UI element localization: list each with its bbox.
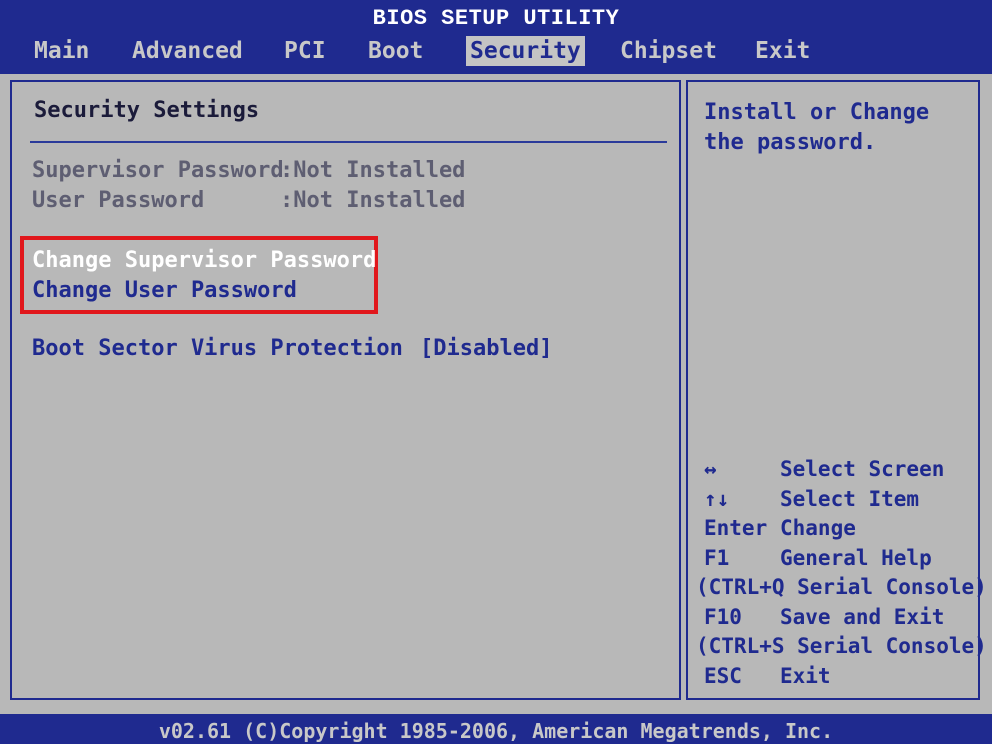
left-right-arrow-icon: ↔: [704, 457, 717, 481]
key-desc: (CTRL+S Serial Console): [696, 634, 987, 658]
key-desc: Select Item: [780, 486, 920, 511]
section-divider: [30, 141, 667, 143]
boot-sector-virus-protection-item[interactable]: Boot Sector Virus Protection: [32, 336, 403, 361]
user-password-label: User Password: [32, 188, 205, 213]
key-row: Enter Change: [704, 514, 984, 544]
key-name: F10: [704, 604, 742, 629]
up-down-arrow-icon: ↑↓: [704, 486, 730, 511]
tab-chipset[interactable]: Chipset: [616, 36, 721, 66]
key-row: (CTRL+Q Serial Console): [696, 573, 987, 603]
tab-boot[interactable]: Boot: [364, 36, 427, 66]
change-user-password-item[interactable]: Change User Password: [32, 278, 297, 303]
copyright-footer: v02.61 (C)Copyright 1985-2006, American …: [0, 718, 992, 744]
supervisor-password-status: :Not Installed: [280, 158, 466, 183]
key-name: F1: [704, 545, 730, 570]
key-row: ↑↓ Select Item: [704, 485, 984, 515]
tab-pci[interactable]: PCI: [280, 36, 330, 66]
key-name: ESC: [704, 663, 742, 688]
key-desc: (CTRL+Q Serial Console): [696, 575, 987, 599]
tab-advanced[interactable]: Advanced: [128, 36, 247, 66]
app-title: BIOS SETUP UTILITY: [372, 6, 620, 31]
key-desc: Save and Exit: [780, 604, 945, 629]
boot-sector-virus-protection-value[interactable]: [Disabled]: [420, 336, 552, 361]
key-desc: Change: [780, 516, 856, 540]
key-row: ↔ Select Screen: [704, 455, 984, 485]
user-password-status: :Not Installed: [280, 188, 466, 213]
key-legend: ↔ Select Screen ↑↓ Select Item Enter Cha…: [696, 455, 987, 692]
supervisor-password-label: Supervisor Password: [32, 158, 284, 183]
key-desc: Select Screen: [780, 457, 945, 481]
section-title: Security Settings: [34, 98, 260, 123]
tab-exit[interactable]: Exit: [751, 36, 814, 66]
help-text: Install or Change the password.: [704, 100, 930, 155]
menu-tabs: Main Advanced PCI Boot Security Chipset …: [0, 34, 992, 70]
tab-security[interactable]: Security: [466, 36, 585, 66]
key-row: F10 Save and Exit: [704, 603, 984, 633]
header-bar: BIOS SETUP UTILITY Main Advanced PCI Boo…: [0, 0, 992, 76]
key-row: F1 General Help: [704, 544, 984, 574]
key-row: ESC Exit: [704, 662, 984, 692]
key-name: Enter: [704, 516, 768, 540]
key-row: (CTRL+S Serial Console): [696, 632, 987, 662]
key-desc: General Help: [780, 545, 932, 570]
tab-main[interactable]: Main: [30, 36, 93, 66]
key-desc: Exit: [780, 663, 831, 688]
change-supervisor-password-item[interactable]: Change Supervisor Password: [32, 248, 376, 273]
